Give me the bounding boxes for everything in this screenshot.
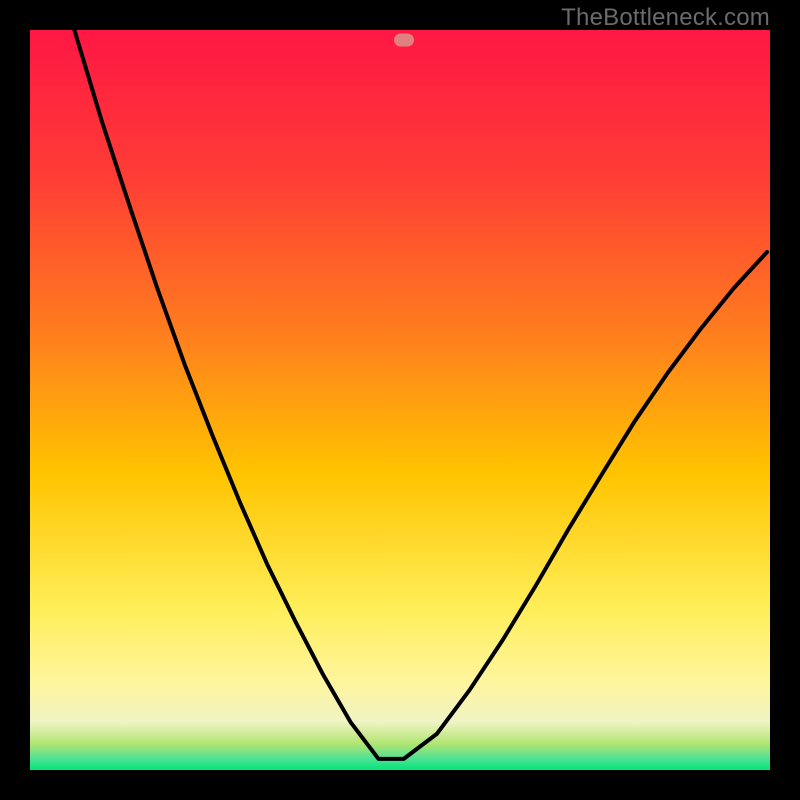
plot-area [30,30,770,770]
bottleneck-curve [30,30,770,770]
chart-stage: TheBottleneck.com [0,0,800,800]
minimum-marker [394,34,414,47]
watermark-text: TheBottleneck.com [561,4,770,32]
